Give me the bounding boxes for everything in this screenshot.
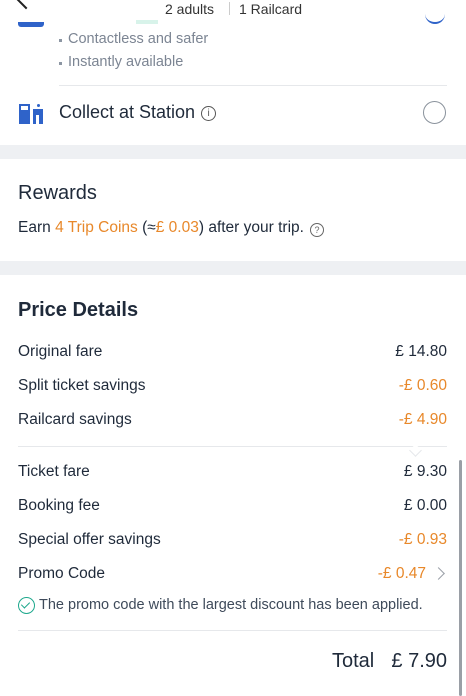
feature-bullet: Instantly available [59,54,183,70]
eticket-icon [18,22,44,27]
rewards-title: Rewards [18,182,97,204]
scrollbar[interactable] [459,460,462,696]
trip-coins: 4 Trip Coins [55,219,138,236]
decoration [136,20,158,24]
original-fare-label: Original fare [18,343,103,360]
collect-at-station-radio[interactable] [423,101,446,124]
booking-fee-value: £ 0.00 [403,497,447,514]
divider [18,630,447,631]
collect-at-station-option[interactable]: Collect at Station i [59,102,217,123]
divider [59,85,447,86]
help-icon[interactable]: ? [309,223,324,237]
passenger-count: 2 adults [165,1,215,17]
back-icon[interactable] [14,0,38,10]
ticket-machine-icon [19,104,43,124]
promo-code-value[interactable]: -£ 0.47 [378,565,426,583]
selected-radio[interactable] [425,0,445,24]
booking-fee-label: Booking fee [18,497,100,514]
railcard-count: 1 Railcard [239,1,303,17]
split-savings-value: -£ 0.60 [398,377,447,394]
section-separator [0,145,466,159]
check-circle-icon [18,597,35,614]
total-label: Total [332,650,375,672]
total-value: £ 7.90 [391,650,447,672]
split-savings-label: Split ticket savings [18,377,146,394]
section-separator [0,261,466,275]
info-icon[interactable]: i [201,106,217,121]
price-details-title: Price Details [18,299,139,321]
original-fare-value: £ 14.80 [395,343,447,360]
ticket-fare-value: £ 9.30 [403,463,447,480]
ticket-fare-label: Ticket fare [18,463,90,480]
railcard-savings-value: -£ 4.90 [398,411,447,428]
promo-code-label[interactable]: Promo Code [18,565,105,583]
divider [18,446,447,447]
railcard-savings-label: Railcard savings [18,411,132,428]
rewards-text: Earn 4 Trip Coins (≈£ 0.03) after your t… [18,219,324,237]
chevron-right-icon[interactable] [432,567,445,580]
promo-applied-note: The promo code with the largest discount… [39,597,423,613]
special-offer-label: Special offer savings [18,531,161,548]
feature-bullet: Contactless and safer [59,31,208,47]
divider [229,2,230,15]
coins-value: £ 0.03 [155,219,199,236]
special-offer-value: -£ 0.93 [398,531,447,548]
collect-at-station-label: Collect at Station [59,102,196,122]
